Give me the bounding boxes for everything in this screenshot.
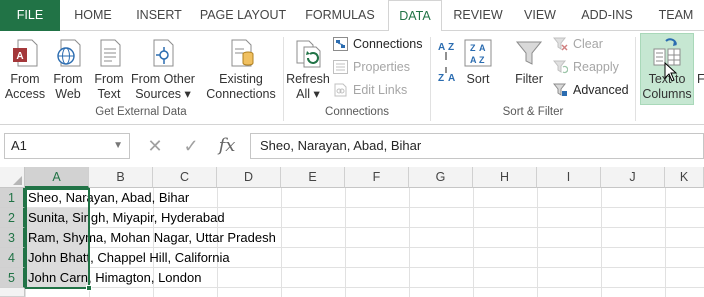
connections-icon <box>333 37 348 51</box>
web-globe-icon <box>57 39 81 67</box>
column-header-g[interactable]: G <box>409 167 473 188</box>
sort-label: Sort <box>466 72 490 86</box>
tab-home[interactable]: HOME <box>62 0 124 31</box>
existing-connections-icon <box>231 39 254 67</box>
tab-add-ins[interactable]: ADD-INS <box>568 0 646 31</box>
properties-icon <box>333 60 348 74</box>
sort-ascending-button[interactable]: A Z Z A <box>434 33 460 105</box>
sort-icon: Z A A Z <box>464 39 492 67</box>
tab-team[interactable]: TEAM <box>648 0 704 31</box>
sort-az-icon: A Z Z A <box>438 42 455 84</box>
ribbon-tab-bar: FILE HOME INSERT PAGE LAYOUT FORMULAS DA… <box>0 0 704 32</box>
formula-input[interactable]: Sheo, Narayan, Abad, Bihar <box>250 133 704 159</box>
confirm-entry-icon[interactable]: ✓ <box>176 133 206 159</box>
text-file-icon <box>100 39 121 67</box>
from-text-button[interactable]: From Text <box>88 33 130 105</box>
group-label-sort-filter: Sort & Filter <box>502 106 564 118</box>
svg-text:Z: Z <box>438 73 444 84</box>
tab-review[interactable]: REVIEW <box>444 0 512 31</box>
svg-text:A: A <box>16 51 23 62</box>
select-all-button[interactable] <box>0 167 25 188</box>
from-other-sources-button[interactable]: From Other Sources ▾ <box>130 33 196 105</box>
group-label-connections: Connections <box>325 106 389 118</box>
existing-connections-label: Existing Connections <box>206 72 276 101</box>
cancel-entry-icon[interactable]: ✕ <box>140 133 170 159</box>
reapply-icon <box>553 60 568 74</box>
row-header-6[interactable] <box>0 288 25 297</box>
mouse-cursor-icon <box>664 62 678 82</box>
filter-label: Filter <box>515 72 543 86</box>
edit-links-button[interactable]: Edit Links <box>333 79 407 101</box>
from-text-label: From Text <box>94 72 124 101</box>
group-separator <box>430 37 431 121</box>
tab-view[interactable]: VIEW <box>514 0 566 31</box>
svg-text:Z: Z <box>448 42 454 53</box>
fill-handle[interactable] <box>86 285 92 291</box>
column-header-h[interactable]: H <box>473 167 537 188</box>
insert-function-icon[interactable]: fx <box>212 133 242 159</box>
refresh-all-label: Refresh All ▾ <box>286 72 330 101</box>
svg-text:A: A <box>448 73 455 84</box>
tab-page-layout[interactable]: PAGE LAYOUT <box>194 0 292 31</box>
row-header-5[interactable]: 5 <box>0 268 25 288</box>
column-header-c[interactable]: C <box>153 167 217 188</box>
svg-text:Z: Z <box>479 55 485 65</box>
formula-bar-buttons: ✕ ✓ fx <box>138 133 250 159</box>
formula-bar: A1 ▼ ✕ ✓ fx Sheo, Narayan, Abad, Bihar <box>0 131 704 161</box>
column-header-i[interactable]: I <box>537 167 601 188</box>
filter-funnel-icon <box>515 41 543 65</box>
row-header-3[interactable]: 3 <box>0 228 25 248</box>
select-all-icon <box>13 176 22 185</box>
svg-text:Z: Z <box>470 43 476 53</box>
from-other-sources-label: From Other Sources ▾ <box>131 72 195 101</box>
refresh-all-button[interactable]: Refresh All ▾ <box>286 33 330 105</box>
clear-filter-icon <box>553 37 568 51</box>
column-header-b[interactable]: B <box>89 167 153 188</box>
tab-file[interactable]: FILE <box>0 0 60 31</box>
name-box[interactable]: A1 ▼ <box>4 133 130 159</box>
reapply-button[interactable]: Reapply <box>553 56 619 78</box>
row-header-2[interactable]: 2 <box>0 208 25 228</box>
tab-formulas[interactable]: FORMULAS <box>294 0 386 31</box>
column-header-k[interactable]: K <box>665 167 704 188</box>
from-web-label: From Web <box>53 72 83 101</box>
from-access-label: From Access <box>4 72 46 101</box>
tab-insert[interactable]: INSERT <box>126 0 192 31</box>
connections-button[interactable]: Connections <box>333 33 423 55</box>
advanced-filter-icon <box>553 83 567 96</box>
existing-connections-button[interactable]: Existing Connections <box>204 33 278 105</box>
svg-text:A: A <box>470 55 477 65</box>
row-header-4[interactable]: 4 <box>0 248 25 268</box>
column-header-j[interactable]: J <box>601 167 665 188</box>
svg-text:A: A <box>438 42 445 53</box>
filter-button[interactable]: Filter <box>510 33 548 105</box>
tab-data[interactable]: DATA <box>388 0 442 32</box>
column-header-a[interactable]: A <box>25 167 89 188</box>
row-header-1[interactable]: 1 <box>0 188 25 208</box>
group-separator <box>635 37 636 121</box>
selection-border <box>25 188 90 289</box>
clear-filter-button[interactable]: Clear <box>553 33 603 55</box>
properties-button[interactable]: Properties <box>333 56 410 78</box>
worksheet-grid: A B C D E F G H I J K 1 2 3 4 5 Sheo, Na… <box>0 167 704 297</box>
column-header-f[interactable]: F <box>345 167 409 188</box>
group-label-get-external-data: Get External Data <box>95 106 187 118</box>
ribbon-data: A From Access From Web From Text From Ot… <box>0 31 704 125</box>
column-header-d[interactable]: D <box>217 167 281 188</box>
edit-links-icon <box>334 83 347 97</box>
from-access-button[interactable]: A From Access <box>2 33 48 105</box>
from-web-button[interactable]: From Web <box>48 33 88 105</box>
flash-fill-button-partial[interactable]: F <box>697 33 704 105</box>
chevron-down-icon[interactable]: ▼ <box>113 134 123 158</box>
sort-button[interactable]: Z A A Z Sort <box>460 33 496 105</box>
refresh-icon <box>296 40 321 68</box>
other-sources-icon <box>153 39 174 67</box>
svg-text:A: A <box>479 43 486 53</box>
access-database-icon: A <box>13 39 38 67</box>
column-header-e[interactable]: E <box>281 167 345 188</box>
advanced-filter-button[interactable]: Advanced <box>553 79 629 101</box>
